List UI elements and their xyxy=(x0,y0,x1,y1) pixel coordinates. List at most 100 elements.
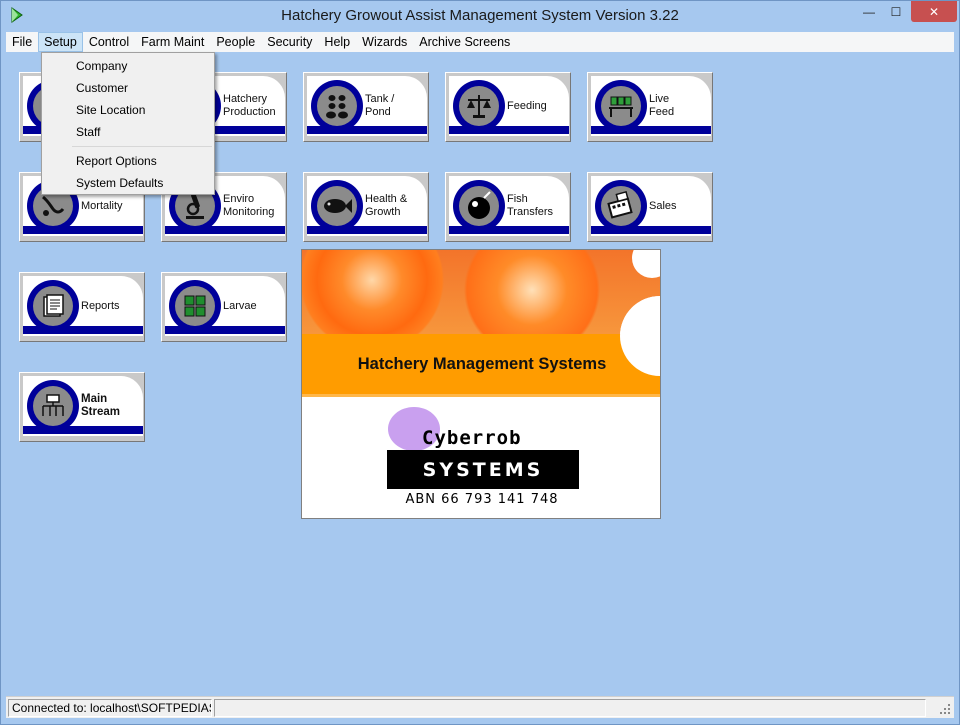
tile-fish-transfers[interactable]: Fish Transfers xyxy=(445,172,571,242)
tile-label: Reports xyxy=(81,286,143,326)
tile-label-line1: Live xyxy=(649,93,670,105)
tile-face: Feeding xyxy=(449,76,569,136)
menu-separator xyxy=(72,146,212,147)
tile-disc xyxy=(33,386,73,426)
menu-security[interactable]: Security xyxy=(261,32,318,52)
tile-label: Health & Growth xyxy=(365,186,427,226)
tile-disc xyxy=(317,186,357,226)
close-button[interactable]: ✕ xyxy=(911,1,957,22)
tile-larvae[interactable]: Larvae xyxy=(161,272,287,342)
tile-label-line2: Monitoring xyxy=(223,206,275,218)
banner-heading-strip: Hatchery Management Systems xyxy=(302,296,660,397)
tile-disc xyxy=(33,286,73,326)
tile-face: Sales xyxy=(591,176,711,236)
menu-help[interactable]: Help xyxy=(318,32,356,52)
status-connection: Connected to: localhost\SOFTPEDIAS xyxy=(8,699,212,717)
menu-wizards[interactable]: Wizards xyxy=(356,32,413,52)
tank-pond-icon xyxy=(326,95,348,119)
tile-ring xyxy=(453,80,505,132)
tile-ring xyxy=(595,80,647,132)
splash-banner: Hatchery Management Systems Cyberrob SYS… xyxy=(301,249,661,519)
resize-grip-icon[interactable] xyxy=(939,703,951,715)
tile-ring xyxy=(311,80,363,132)
tile-label-line1: Sales xyxy=(649,199,677,212)
menu-item-company[interactable]: Company xyxy=(42,55,214,77)
tile-label: Larvae xyxy=(223,286,285,326)
logo-systems-box: SYSTEMS xyxy=(387,450,579,489)
window-title: Hatchery Growout Assist Management Syste… xyxy=(281,7,679,24)
title-bar[interactable]: Hatchery Growout Assist Management Syste… xyxy=(1,1,959,32)
menu-farm-maint[interactable]: Farm Maint xyxy=(135,32,210,52)
tile-label: Sales xyxy=(649,186,711,226)
tile-ring xyxy=(311,180,363,232)
menu-item-report-options[interactable]: Report Options xyxy=(42,150,214,172)
logo-word: Cyberrob xyxy=(422,427,522,449)
tile-label-line1: Larvae xyxy=(223,299,257,312)
menu-file[interactable]: File xyxy=(6,32,38,52)
tile-face: Larvae xyxy=(165,276,285,336)
mortality-icon xyxy=(42,195,65,216)
menu-control[interactable]: Control xyxy=(83,32,135,52)
app-window: Hatchery Growout Assist Management Syste… xyxy=(0,0,960,725)
tile-label-line1: Mortality xyxy=(81,199,123,212)
tile-tank-pond[interactable]: Tank / Pond xyxy=(303,72,429,142)
menu-archive-screens[interactable]: Archive Screens xyxy=(413,32,516,52)
tile-label: Main Stream xyxy=(81,386,143,426)
tile-label-line2: Transfers xyxy=(507,206,554,218)
tile-reports[interactable]: Reports xyxy=(19,272,145,342)
tile-label-line2: Stream xyxy=(81,406,120,418)
maximize-button[interactable]: ☐ xyxy=(883,1,909,22)
tile-disc xyxy=(175,286,215,326)
menu-item-system-defaults[interactable]: System Defaults xyxy=(42,172,214,194)
tile-disc xyxy=(459,186,499,226)
menu-setup[interactable]: Setup xyxy=(38,32,83,52)
tile-disc xyxy=(601,186,641,226)
tile-feeding[interactable]: Feeding xyxy=(445,72,571,142)
status-pane-empty xyxy=(214,699,926,717)
tile-label: Fish Transfers xyxy=(507,186,569,226)
menu-item-site-location[interactable]: Site Location xyxy=(42,99,214,121)
tile-health-growth[interactable]: Health & Growth xyxy=(303,172,429,242)
tile-label-line1: Enviro xyxy=(223,193,255,205)
tile-ring xyxy=(27,280,79,332)
minimize-button[interactable]: — xyxy=(856,1,882,22)
setup-dropdown-menu: Company Customer Site Location Staff Rep… xyxy=(41,52,215,195)
banner-image xyxy=(302,250,660,376)
tile-live-feed[interactable]: Live Feed xyxy=(587,72,713,142)
tile-label-line1: Feeding xyxy=(507,99,547,112)
fish-transfer-icon xyxy=(468,191,491,219)
tile-face: Main Stream xyxy=(23,376,143,436)
report-icon xyxy=(43,294,64,317)
tile-label-line2: Pond xyxy=(365,106,391,118)
tile-disc xyxy=(601,86,641,126)
tile-ring xyxy=(27,380,79,432)
tile-label-line2: Production xyxy=(223,106,276,118)
tile-label-line1: Health & xyxy=(365,193,408,205)
menu-people[interactable]: People xyxy=(210,32,261,52)
tile-ring xyxy=(169,280,221,332)
microscope-icon xyxy=(186,193,204,219)
tile-face: Health & Growth xyxy=(307,176,427,236)
larvae-icon xyxy=(184,295,206,317)
tile-sales[interactable]: Sales xyxy=(587,172,713,242)
tile-label-line1: Hatchery xyxy=(223,93,268,105)
menu-item-customer[interactable]: Customer xyxy=(42,77,214,99)
tile-label-line1: Tank / xyxy=(365,93,395,105)
banner-heading: Hatchery Management Systems xyxy=(357,354,607,373)
register-icon xyxy=(607,191,633,219)
tile-ring xyxy=(453,180,505,232)
tile-disc xyxy=(317,86,357,126)
tile-main-stream[interactable]: Main Stream xyxy=(19,372,145,442)
tile-ring xyxy=(595,180,647,232)
abn-number: ABN 66 793 141 748 xyxy=(405,492,559,507)
flowchart-icon xyxy=(42,394,64,416)
live-feed-icon xyxy=(609,96,633,117)
tile-label-line2: Feed xyxy=(649,106,675,118)
status-bar: Connected to: localhost\SOFTPEDIAS xyxy=(6,696,954,718)
tile-face: Reports xyxy=(23,276,143,336)
tile-label: Enviro Monitoring xyxy=(223,186,285,226)
tile-label: Tank / Pond xyxy=(365,86,427,126)
menu-item-staff[interactable]: Staff xyxy=(42,121,214,143)
tile-label-line1: Main xyxy=(81,393,108,405)
tile-label-line1: Fish xyxy=(507,193,528,205)
